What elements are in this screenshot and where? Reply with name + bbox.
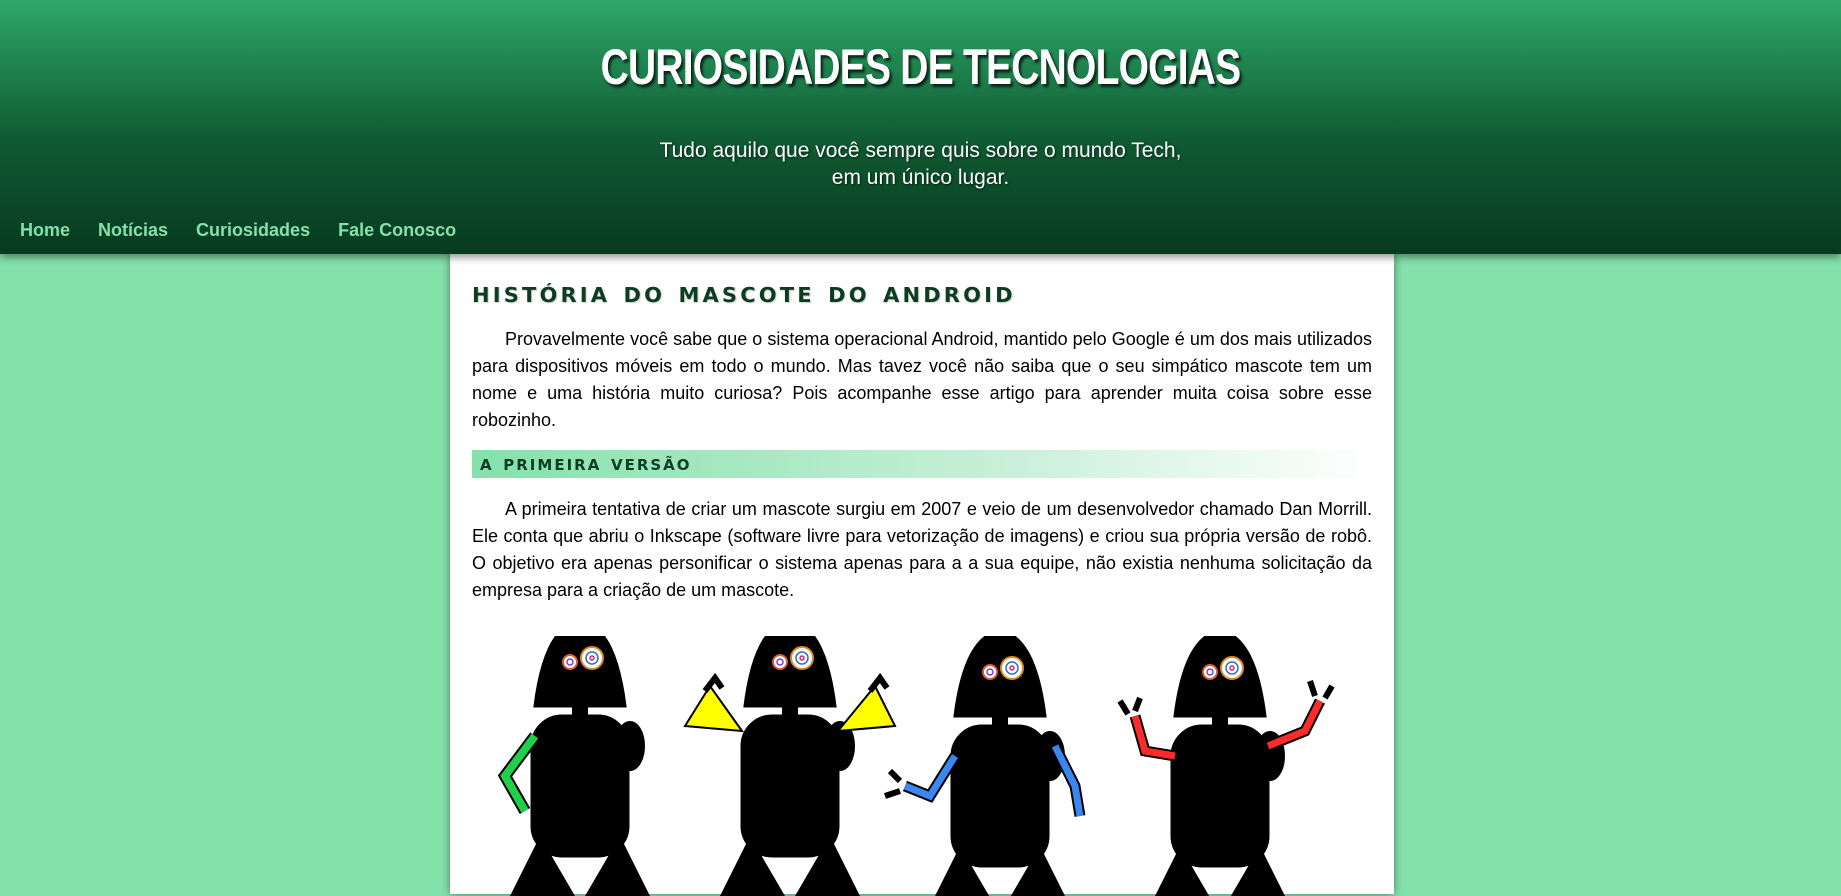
subtitle-line-1: Tudo aquilo que você sempre quis sobre o… — [659, 139, 1182, 162]
yellow-robot: .y .fillc{fill:#ffff00}.y .fillc2{fill:#… — [683, 636, 897, 896]
site-header: CURIOSIDADES DE TECNOLOGIAS Tudo aquilo … — [0, 0, 1841, 254]
nav-curiosidades-link[interactable]: Curiosidades — [196, 220, 310, 241]
nav-fale-conosco-link[interactable]: Fale Conosco — [338, 220, 456, 241]
site-subtitle: Tudo aquilo que você sempre quis sobre o… — [0, 137, 1841, 191]
red-robot: .r .fillc{fill:#ff2a2a}.r .fillc2{fill:#… — [1117, 636, 1335, 896]
robots-illustration: .g .fillc{fill:#1fd14a}.g .fillc2{fill:#… — [497, 636, 1335, 896]
nav-noticias-link[interactable]: Notícias — [98, 220, 168, 241]
site-title: CURIOSIDADES DE TECNOLOGIAS — [600, 39, 1242, 95]
blue-robot: .b .fillc{fill:#3a87f0}.b .fillc2{fill:#… — [884, 636, 1086, 896]
section-heading-bar: A primeira versão — [472, 450, 1372, 478]
article-container: História do Mascote do Android Provavelm… — [450, 254, 1394, 896]
main-nav: Home Notícias Curiosidades Fale Conosco — [20, 220, 456, 241]
nav-home-link[interactable]: Home — [20, 220, 70, 241]
green-robot: .g .fillc{fill:#1fd14a}.g .fillc2{fill:#… — [497, 636, 652, 896]
section-heading: A primeira versão — [480, 451, 692, 476]
article-title: História do Mascote do Android — [472, 276, 1016, 309]
subtitle-line-2: em um único lugar. — [831, 166, 1010, 189]
article-intro: Provavelmente você sabe que o sistema op… — [472, 329, 1372, 430]
section-text: A primeira tentativa de criar um mascote… — [472, 499, 1372, 600]
